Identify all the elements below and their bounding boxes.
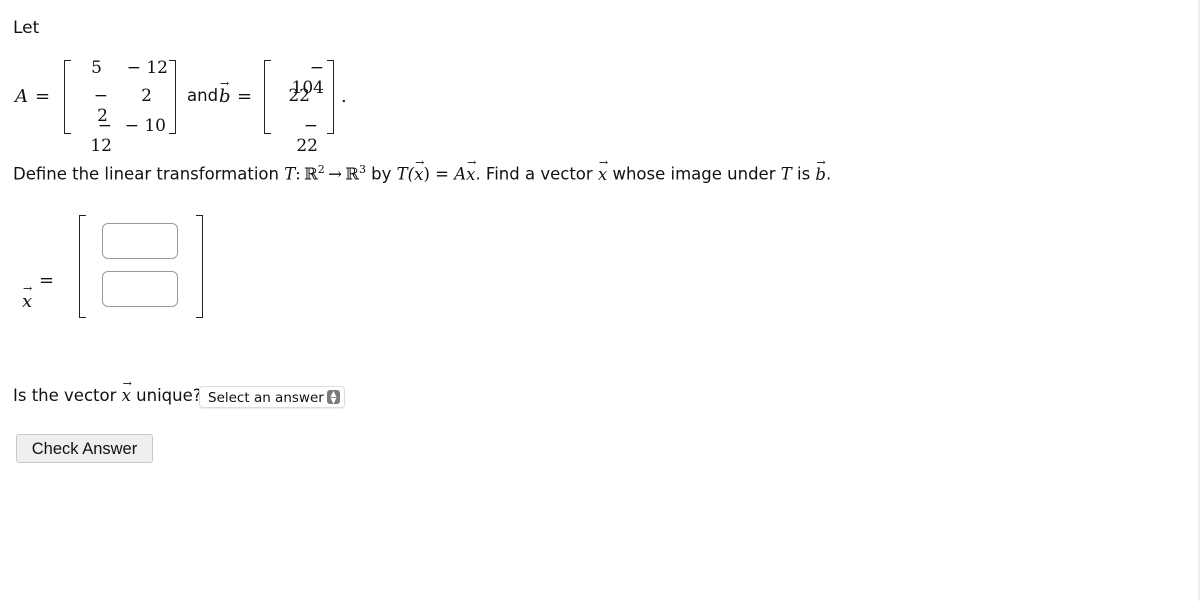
- question-part: by: [365, 164, 397, 184]
- select-arrows-icon: ▲ ▼: [327, 390, 340, 405]
- math-R: ℝ: [345, 164, 359, 184]
- math-colon: :: [295, 164, 301, 184]
- vector-arrow-icon: →: [220, 77, 230, 90]
- question-part: whose image under: [607, 164, 781, 184]
- matrix-a-label: A: [15, 86, 28, 107]
- math-x-vector: → x: [121, 377, 132, 405]
- equals-sign: =: [237, 86, 253, 107]
- math-b-vector: → b: [815, 155, 826, 184]
- vector-b-cell: − 22: [296, 116, 318, 156]
- vector-b-definition: → b = − 104 22 − 22 .: [0, 0, 1200, 156]
- answer-left-bracket: [79, 215, 86, 318]
- matrix-a-cell: − 12: [126, 58, 168, 78]
- question-part: Define the linear transformation: [13, 164, 285, 184]
- answer-vector-label: → x: [22, 282, 33, 312]
- period: .: [341, 86, 347, 107]
- and-text: and: [187, 86, 219, 105]
- math-T: T(: [396, 164, 415, 184]
- arrow-icon: →: [328, 164, 342, 184]
- select-value: Select an answer: [208, 390, 324, 406]
- unique-answer-select[interactable]: Select an answer ▲ ▼: [199, 386, 345, 408]
- matrix-a-right-bracket: [169, 60, 176, 134]
- equals-sign: =: [35, 86, 51, 107]
- matrix-a-cell: − 12: [90, 116, 112, 156]
- equals-sign: =: [39, 270, 55, 291]
- question-text: Define the linear transformation T: ℝ2 →…: [13, 155, 832, 184]
- question-part: . Find a vector: [475, 164, 598, 184]
- intro-text: Let: [13, 18, 40, 38]
- vector-b-label: → b: [219, 77, 231, 107]
- vector-b-right-bracket: [327, 60, 334, 134]
- answer-right-bracket: [196, 215, 203, 318]
- question-part: is: [791, 164, 816, 184]
- math-x-vector: → x: [466, 155, 477, 184]
- math-x-vector: → x: [597, 155, 609, 184]
- math-A: A: [454, 164, 467, 184]
- vector-b-cell: 22: [288, 86, 310, 106]
- matrix-a-left-bracket: [64, 60, 71, 134]
- matrix-a-cell: 2: [141, 86, 152, 106]
- math-R: ℝ: [304, 164, 318, 184]
- question-part: .: [825, 164, 832, 184]
- answer-input-x2[interactable]: [102, 271, 178, 307]
- question-part: unique?: [130, 386, 202, 405]
- vector-b-left-bracket: [264, 60, 271, 134]
- math-sup: 2: [317, 163, 325, 176]
- math-T: T: [284, 164, 296, 184]
- math-T: T: [780, 164, 792, 184]
- vector-arrow-icon: →: [23, 282, 33, 295]
- matrix-a-cell: 5: [91, 58, 102, 78]
- matrix-a-cell: − 10: [124, 116, 166, 136]
- answer-vector: → x =: [0, 21, 1200, 318]
- math-sup: 3: [358, 163, 366, 176]
- unique-question-text: Is the vector → x unique?: [13, 377, 202, 405]
- answer-input-x1[interactable]: [102, 223, 178, 259]
- check-answer-button[interactable]: Check Answer: [16, 434, 153, 463]
- math-x-vector: → x: [414, 155, 425, 184]
- question-part: Is the vector: [13, 386, 122, 405]
- math-equals: =: [429, 164, 455, 184]
